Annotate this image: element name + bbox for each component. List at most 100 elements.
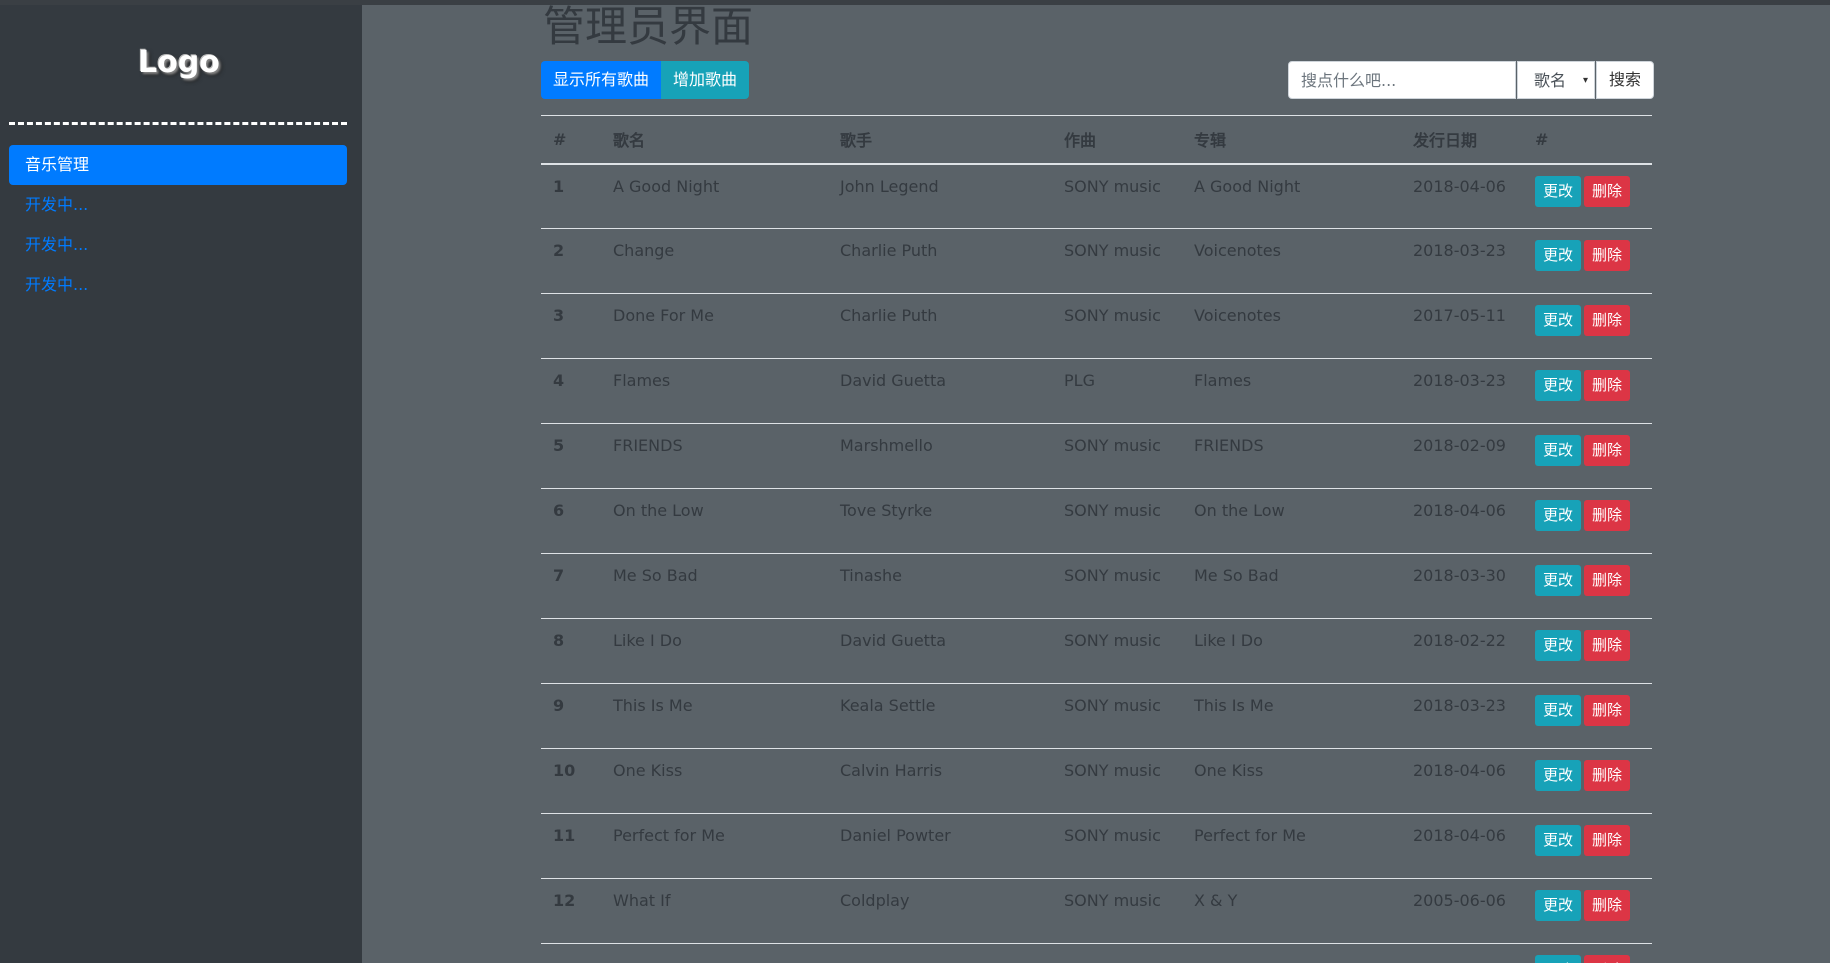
cell-actions: 更改删除 [1523, 813, 1652, 879]
edit-button[interactable]: 更改 [1535, 500, 1582, 531]
table-row: 7 Me So Bad Tinashe SONY music Me So Bad 2018… [541, 553, 1652, 619]
cell-singer: Tinashe [828, 553, 1052, 619]
edit-button[interactable]: 更改 [1535, 825, 1582, 856]
cell-singer: Marshmello [828, 423, 1052, 489]
cell-singer: Coldplay [828, 878, 1052, 944]
search-field-value: 歌名 [1534, 71, 1567, 90]
cell-index: 12 [541, 878, 601, 944]
cell-singer: Charlie Puth [828, 293, 1052, 359]
table-row: 4 Flames David Guetta PLG Flames 2018-03-23 更改… [541, 358, 1652, 424]
cell-album: Flames [1182, 358, 1401, 424]
cell-release-date: 2018-04-06 [1401, 163, 1523, 229]
table-row: 11 Perfect for Me Daniel Powter SONY music P… [541, 813, 1652, 879]
column-header-index: # [541, 115, 601, 165]
search-button[interactable]: 搜索 [1596, 61, 1654, 99]
cell-album: This Is Me [1182, 683, 1401, 749]
logo: Logo [138, 45, 220, 80]
cell-singer: Calvin Harris [828, 748, 1052, 814]
delete-button[interactable]: 删除 [1584, 695, 1631, 726]
edit-button[interactable]: 更改 [1535, 890, 1582, 921]
delete-button[interactable]: 删除 [1584, 240, 1631, 271]
edit-button[interactable]: 更改 [1535, 955, 1582, 963]
table-row: 6 On the Low Tove Styrke SONY music On the L… [541, 488, 1652, 554]
cell-album: On the Low [1182, 488, 1401, 554]
cell-album: Like I Do [1182, 618, 1401, 684]
delete-button[interactable]: 删除 [1584, 630, 1631, 661]
table-row: 5 FRIENDS Marshmello SONY music FRIENDS 2018-… [541, 423, 1652, 489]
table-row: 3 Done For Me Charlie Puth SONY music Voicen… [541, 293, 1652, 359]
cell-release-date: 2018-04-06 [1401, 748, 1523, 814]
sidebar: Logo 音乐管理 开发中... 开发中... 开发中... [0, 5, 362, 963]
cell-actions: 更改删除 [1523, 358, 1652, 424]
table-row: 9 This Is Me Keala Settle SONY music This Is… [541, 683, 1652, 749]
delete-button[interactable]: 删除 [1584, 565, 1631, 596]
cell-album: FRIENDS [1182, 423, 1401, 489]
edit-button[interactable]: 更改 [1535, 175, 1582, 207]
cell-composer: SONY music [1052, 423, 1182, 489]
cell-album: X & Y [1182, 878, 1401, 944]
cell-index: 10 [541, 748, 601, 814]
cell-release-date: 2005-06-06 [1401, 878, 1523, 944]
cell-singer: David Guetta [828, 358, 1052, 424]
cell-album: One Kiss [1182, 748, 1401, 814]
cell-index: 3 [541, 293, 601, 359]
edit-button[interactable]: 更改 [1535, 565, 1582, 596]
delete-button[interactable]: 删除 [1584, 890, 1631, 921]
column-header-album: 专辑 [1182, 115, 1401, 165]
edit-button[interactable]: 更改 [1535, 760, 1582, 791]
show-all-songs-button[interactable]: 显示所有歌曲 [541, 61, 662, 99]
cell-song: A Good Night [601, 163, 828, 229]
column-header-singer: 歌手 [828, 115, 1052, 165]
add-song-button[interactable]: 增加歌曲 [661, 61, 750, 99]
cell-actions: 更改删除 [1523, 228, 1652, 294]
delete-button[interactable]: 删除 [1584, 435, 1631, 466]
sidebar-item-music-management[interactable]: 音乐管理 [9, 145, 347, 185]
action-button-group: 显示所有歌曲 增加歌曲 [541, 61, 750, 99]
table-body: 1A Good Night John Legend SONY music A Good… [541, 163, 1652, 963]
column-header-release-date: 发行日期 [1401, 115, 1523, 165]
delete-button[interactable]: 删除 [1584, 955, 1631, 963]
search-input[interactable] [1288, 61, 1516, 99]
cell-song [601, 943, 828, 963]
delete-button[interactable]: 删除 [1584, 305, 1631, 336]
cell-actions: 更改删除 [1523, 553, 1652, 619]
cell-release-date: 2017-05-11 [1401, 293, 1523, 359]
cell-actions: 更改删除 [1523, 943, 1652, 963]
sidebar-item-in-development-1[interactable]: 开发中... [9, 185, 347, 225]
delete-button[interactable]: 删除 [1584, 825, 1631, 856]
cell-album: Voicenotes [1182, 293, 1401, 359]
cell-composer: SONY music [1052, 618, 1182, 684]
songs-table: # 歌名 歌手 作曲 专辑 发行日期 # 1A Good Night John L… [541, 115, 1652, 963]
cell-composer: SONY music [1052, 488, 1182, 554]
delete-button[interactable]: 删除 [1584, 175, 1631, 207]
delete-button[interactable]: 删除 [1584, 370, 1631, 401]
cell-release-date: 2018-03-23 [1401, 228, 1523, 294]
cell-release-date: 2018-03-30 [1401, 553, 1523, 619]
cell-index: 11 [541, 813, 601, 879]
delete-button[interactable]: 删除 [1584, 760, 1631, 791]
cell-index: 5 [541, 423, 601, 489]
cell-actions: 更改删除 [1523, 488, 1652, 554]
edit-button[interactable]: 更改 [1535, 435, 1582, 466]
cell-composer: SONY music [1052, 813, 1182, 879]
page-title: 管理员界面 [543, 2, 754, 51]
cell-song: Perfect for Me [601, 813, 828, 879]
edit-button[interactable]: 更改 [1535, 695, 1582, 726]
sidebar-item-in-development-3[interactable]: 开发中... [9, 265, 347, 305]
cell-composer: SONY music [1052, 748, 1182, 814]
sidebar-item-in-development-2[interactable]: 开发中... [9, 225, 347, 265]
edit-button[interactable]: 更改 [1535, 370, 1582, 401]
main-content: 管理员界面 显示所有歌曲 增加歌曲 歌名 ▾ 搜索 # 歌名 歌手 作曲 专辑 … [541, 0, 1654, 963]
search-field-select[interactable]: 歌名 ▾ [1517, 61, 1595, 99]
edit-button[interactable]: 更改 [1535, 240, 1582, 271]
cell-actions: 更改删除 [1523, 423, 1652, 489]
cell-singer: Keala Settle [828, 683, 1052, 749]
cell-album: Me So Bad [1182, 553, 1401, 619]
edit-button[interactable]: 更改 [1535, 305, 1582, 336]
cell-composer: SONY music [1052, 683, 1182, 749]
delete-button[interactable]: 删除 [1584, 500, 1631, 531]
cell-album: Perfect for Me [1182, 813, 1401, 879]
table-row: 8 Like I Do David Guetta SONY music Like I D… [541, 618, 1652, 684]
edit-button[interactable]: 更改 [1535, 630, 1582, 661]
cell-song: Change [601, 228, 828, 294]
